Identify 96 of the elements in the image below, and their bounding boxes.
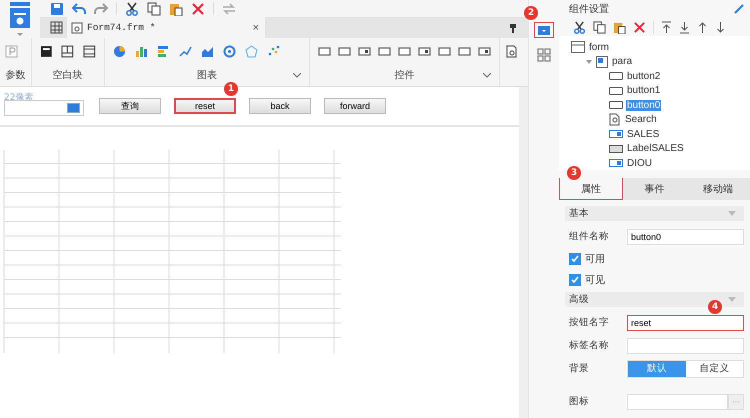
field-label: 图标	[568, 395, 590, 408]
form-button[interactable]: 查询	[99, 98, 161, 114]
text-field[interactable]	[627, 338, 744, 354]
document-tab[interactable]: Form74.frm * ×	[67, 17, 265, 38]
line-chart-icon[interactable]	[178, 44, 192, 58]
ribbon-group-label: 控件	[394, 69, 414, 82]
move-top-icon[interactable]	[661, 20, 672, 34]
split-block-icon[interactable]	[61, 44, 74, 58]
dropdown-icon	[609, 129, 623, 140]
undo-icon[interactable]	[72, 2, 86, 16]
label-icon	[609, 144, 623, 154]
text-field[interactable]: reset	[627, 314, 744, 330]
form-button[interactable]: back	[249, 98, 311, 114]
checkbox[interactable]	[569, 252, 581, 264]
block-icon[interactable]	[40, 44, 52, 58]
paste-icon[interactable]	[613, 20, 626, 34]
widget-icon[interactable]	[378, 44, 391, 58]
tree-item[interactable]: button1	[626, 85, 662, 96]
tab-block-icon[interactable]	[82, 44, 96, 58]
section-header[interactable]: 基本	[565, 206, 744, 221]
dropdown-icon	[538, 26, 550, 34]
text-field[interactable]: button0	[627, 228, 744, 244]
redo-icon[interactable]	[94, 2, 108, 16]
scrollbar[interactable]	[519, 87, 528, 418]
component-settings-button[interactable]	[534, 22, 554, 38]
icon-field[interactable]	[627, 394, 728, 410]
field-label: 背景	[568, 362, 590, 375]
caret-icon	[728, 297, 736, 302]
form-icon	[571, 41, 585, 54]
field-label: 标签名称	[568, 339, 610, 352]
step-badge: 1	[224, 82, 238, 96]
arrow-down-icon[interactable]	[715, 20, 726, 34]
form-file-icon	[71, 22, 83, 34]
area-chart-icon[interactable]	[200, 44, 214, 58]
widget-icon[interactable]	[478, 44, 491, 58]
widget-icon[interactable]	[318, 44, 331, 58]
cut-icon[interactable]	[125, 2, 139, 16]
caret-icon	[728, 211, 736, 216]
copy-icon[interactable]	[593, 20, 606, 34]
scatter-icon[interactable]	[266, 44, 280, 58]
panel-tab[interactable]: 移动端	[686, 178, 750, 200]
expand-arrow-icon[interactable]	[585, 58, 593, 66]
chevron-down-icon[interactable]	[293, 72, 301, 78]
widget-icon[interactable]	[418, 44, 431, 58]
form-button[interactable]: reset	[174, 98, 236, 114]
field-label: 组件名称	[568, 230, 610, 243]
chevron-down-icon[interactable]	[483, 72, 491, 78]
arrow-up-icon[interactable]	[697, 20, 708, 34]
panel-title: 组件设置	[569, 2, 609, 16]
move-bottom-icon[interactable]	[679, 20, 690, 34]
panel-tab[interactable]: 属性	[559, 178, 623, 200]
field-label: 按钮名字	[568, 316, 610, 329]
widget-icon[interactable]	[338, 44, 351, 58]
widget-icon[interactable]	[438, 44, 451, 58]
grid-icon[interactable]	[50, 21, 63, 34]
tree-item[interactable]: DIOU	[626, 158, 653, 169]
checkbox-label: 可用	[585, 252, 605, 266]
button-icon	[609, 86, 623, 96]
parameter-icon[interactable]	[5, 44, 18, 58]
widget-icon[interactable]	[398, 44, 411, 58]
button-icon	[609, 100, 623, 110]
document-tab-title: Form74.frm *	[87, 22, 156, 33]
delete-icon[interactable]	[633, 20, 646, 34]
tree-item[interactable]: LabelSALES	[626, 143, 685, 154]
tree-item[interactable]: para	[611, 56, 634, 68]
bar-chart-icon[interactable]	[134, 44, 148, 58]
tree-item[interactable]: button2	[626, 70, 662, 82]
combo-field[interactable]	[4, 100, 84, 116]
tree-item[interactable]: form	[588, 42, 610, 53]
button-icon	[609, 71, 623, 82]
layout-icon[interactable]	[537, 48, 551, 62]
ribbon-group-label: 空白块	[52, 68, 83, 82]
horizontal-bar-icon[interactable]	[156, 44, 170, 58]
tree-item[interactable]: SALES	[626, 128, 660, 140]
ribbon-group-label: 参数	[5, 68, 26, 82]
search-icon	[609, 113, 621, 126]
checkbox-label: 可见	[585, 274, 605, 286]
panel-tab[interactable]: 事件	[622, 178, 686, 200]
preview-icon[interactable]	[505, 45, 518, 58]
pie-chart-icon[interactable]	[112, 44, 126, 58]
panel-icon	[596, 56, 608, 68]
paste-icon[interactable]	[169, 2, 183, 16]
step-badge: 2	[524, 6, 538, 20]
save-icon[interactable]	[50, 2, 64, 16]
widget-icon[interactable]	[358, 44, 371, 58]
segment-option[interactable]: 自定义	[686, 360, 743, 376]
delete-icon[interactable]	[191, 2, 205, 16]
copy-icon[interactable]	[147, 2, 161, 16]
widget-icon[interactable]	[458, 44, 471, 58]
ribbon-group-label: 图表	[196, 68, 217, 82]
cut-icon[interactable]	[573, 20, 586, 34]
app-logo-icon[interactable]	[9, 2, 31, 36]
tree-item[interactable]: Search	[624, 114, 658, 126]
form-button[interactable]: forward	[324, 98, 386, 114]
close-tab-button[interactable]: ×	[250, 22, 261, 34]
checkbox[interactable]	[569, 274, 581, 286]
